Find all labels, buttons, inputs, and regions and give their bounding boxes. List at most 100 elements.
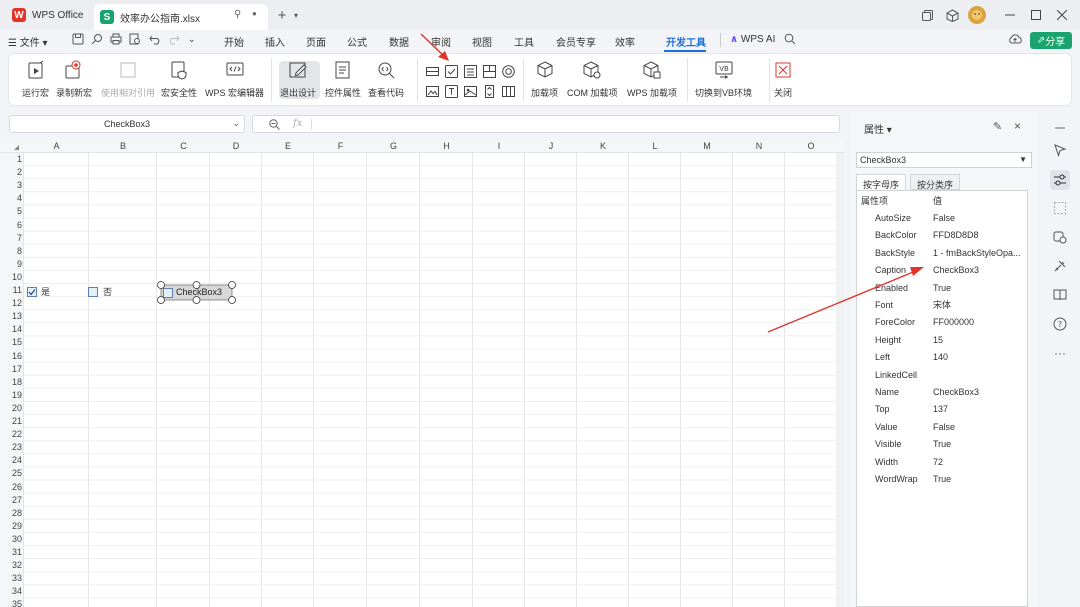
zoom-search-icon[interactable] (269, 119, 280, 130)
property-value[interactable]: 137 (933, 401, 1025, 418)
row-header[interactable]: 15 (0, 336, 22, 349)
row-header[interactable]: 2 (0, 166, 22, 179)
row-header[interactable]: 33 (0, 572, 22, 585)
property-row-height[interactable]: Height 15 (857, 332, 1027, 349)
property-value[interactable]: True (933, 436, 1025, 453)
close-panel-icon[interactable]: × (1014, 119, 1021, 133)
row-header[interactable]: 23 (0, 441, 22, 454)
property-value[interactable]: 宋体 (933, 297, 1025, 314)
checked-checkbox-icon[interactable] (27, 286, 37, 297)
column-header[interactable]: E (262, 141, 314, 151)
property-value[interactable]: 140 (933, 349, 1025, 366)
pointer-select-icon[interactable] (1052, 142, 1068, 158)
tab-alphabetic[interactable]: 按字母序 (856, 174, 907, 190)
row-header[interactable]: 30 (0, 533, 22, 546)
menu-item-efficiency[interactable]: 效率 (615, 34, 635, 49)
wps-ai-button[interactable]: ∧ WPS AI (730, 34, 775, 45)
addins-button[interactable]: 加载项 (531, 60, 558, 99)
row-header[interactable]: 1 (0, 153, 22, 166)
tab-list-chevron-icon[interactable]: ▾ (288, 7, 304, 23)
undo-icon[interactable] (149, 33, 161, 45)
menu-item-view[interactable]: 视图 (472, 34, 492, 49)
search-icon[interactable] (784, 33, 796, 45)
property-row-font[interactable]: Font 宋体 (857, 297, 1027, 314)
close-window-icon[interactable] (1054, 7, 1070, 23)
object-selector-dropdown-icon[interactable]: ▼ (1019, 153, 1027, 167)
print-preview-icon[interactable] (129, 33, 141, 45)
menu-item-insert[interactable]: 插入 (265, 34, 285, 49)
property-value[interactable]: False (933, 210, 1025, 227)
object-selector[interactable]: CheckBox3 ▼ (856, 152, 1032, 168)
menu-item-tools[interactable]: 工具 (514, 34, 534, 49)
column-header[interactable]: B (89, 141, 157, 151)
row-header[interactable]: 18 (0, 376, 22, 389)
row-header[interactable]: 9 (0, 258, 22, 271)
checkbox-control-icon[interactable] (445, 65, 458, 78)
wps-addins-button[interactable]: WPS 加载项 (627, 60, 677, 99)
relative-reference-button[interactable]: 使用相对引用 (101, 60, 155, 99)
property-row-enabled[interactable]: Enabled True (857, 280, 1027, 297)
column-header[interactable]: A (24, 141, 89, 151)
name-box-dropdown-icon[interactable]: ⌄ (232, 118, 240, 129)
property-row-left[interactable]: Left 140 (857, 349, 1027, 366)
row-header[interactable]: 5 (0, 205, 22, 218)
tab-categorized[interactable]: 按分类序 (910, 174, 961, 190)
property-value[interactable]: 1 - fmBackStyleOpa... (933, 245, 1025, 262)
book-icon[interactable] (1052, 287, 1068, 303)
record-macro-button[interactable]: 录制新宏 (56, 60, 92, 99)
property-row-backstyle[interactable]: BackStyle 1 - fmBackStyleOpa... (857, 245, 1027, 262)
macro-editor-button[interactable]: WPS 宏编辑器 (205, 60, 264, 99)
row-header[interactable]: 22 (0, 428, 22, 441)
cloud-upload-icon[interactable] (1008, 33, 1022, 45)
column-header[interactable]: O (785, 141, 837, 151)
pin-panel-icon[interactable]: ✎ (993, 120, 1002, 133)
unsaved-dot-icon[interactable]: ● (252, 9, 257, 18)
column-header[interactable]: L (629, 141, 681, 151)
property-row-linkedcell[interactable]: LinkedCell (857, 367, 1027, 384)
unchecked-checkbox-icon[interactable] (88, 286, 98, 297)
properties-sliders-icon[interactable] (1050, 170, 1070, 190)
image-control-icon[interactable] (426, 85, 439, 98)
row-header[interactable]: 26 (0, 481, 22, 494)
redo-icon[interactable] (168, 33, 180, 45)
tab-wps-home[interactable]: W WPS Office (6, 4, 90, 26)
row-header[interactable]: 20 (0, 402, 22, 415)
row-header[interactable]: 28 (0, 507, 22, 520)
spin-button-control-icon[interactable] (483, 85, 496, 98)
row-header[interactable]: 31 (0, 546, 22, 559)
property-value[interactable]: FFD8D8D8 (933, 227, 1025, 244)
row-header[interactable]: 14 (0, 323, 22, 336)
menu-item-data[interactable]: 数据 (389, 34, 409, 49)
property-row-autosize[interactable]: AutoSize False (857, 210, 1027, 227)
spreadsheet-grid[interactable]: ABCDEFGHIJKLMNO 1 2 3 4 5 6 7 8 9 10 11 12 13 14 15 16 1… (0, 140, 844, 607)
control-properties-button[interactable]: 控件属性 (325, 60, 361, 99)
formula-bar[interactable]: fx (252, 115, 840, 133)
column-header[interactable]: N (733, 141, 785, 151)
fx-icon[interactable]: fx (293, 118, 302, 129)
vertical-scrollbar[interactable] (836, 153, 844, 607)
exit-design-button[interactable]: 退出设计 (280, 60, 316, 99)
property-row-name[interactable]: Name CheckBox3 (857, 384, 1027, 401)
combobox-control-icon[interactable] (426, 65, 439, 78)
frame-control-icon[interactable] (483, 65, 496, 78)
row-header[interactable]: 29 (0, 520, 22, 533)
property-value[interactable]: 72 (933, 454, 1025, 471)
row-header[interactable]: 19 (0, 389, 22, 402)
checkbox-yes[interactable]: 是 (27, 285, 50, 298)
property-row-caption[interactable]: Caption CheckBox3 (857, 262, 1027, 279)
tab-document[interactable]: S 效率办公指南.xlsx ⚲ ● (94, 4, 268, 30)
properties-title[interactable]: 属性 ▾ (864, 121, 892, 136)
property-value[interactable]: CheckBox3 (933, 262, 1025, 279)
print-icon[interactable] (110, 33, 122, 45)
row-header[interactable]: 6 (0, 219, 22, 232)
minimize-icon[interactable] (1002, 7, 1018, 23)
shapes-style-icon[interactable] (1052, 229, 1068, 245)
row-header[interactable]: 3 (0, 179, 22, 192)
textbox-control-icon[interactable] (445, 85, 458, 98)
run-macro-button[interactable]: 运行宏 (22, 60, 49, 99)
property-value[interactable]: FF000000 (933, 314, 1025, 331)
row-header[interactable]: 21 (0, 415, 22, 428)
menu-file[interactable]: ☰ 文件 ▾ (8, 34, 48, 49)
property-value[interactable]: False (933, 419, 1025, 436)
selection-handles[interactable] (155, 279, 239, 305)
